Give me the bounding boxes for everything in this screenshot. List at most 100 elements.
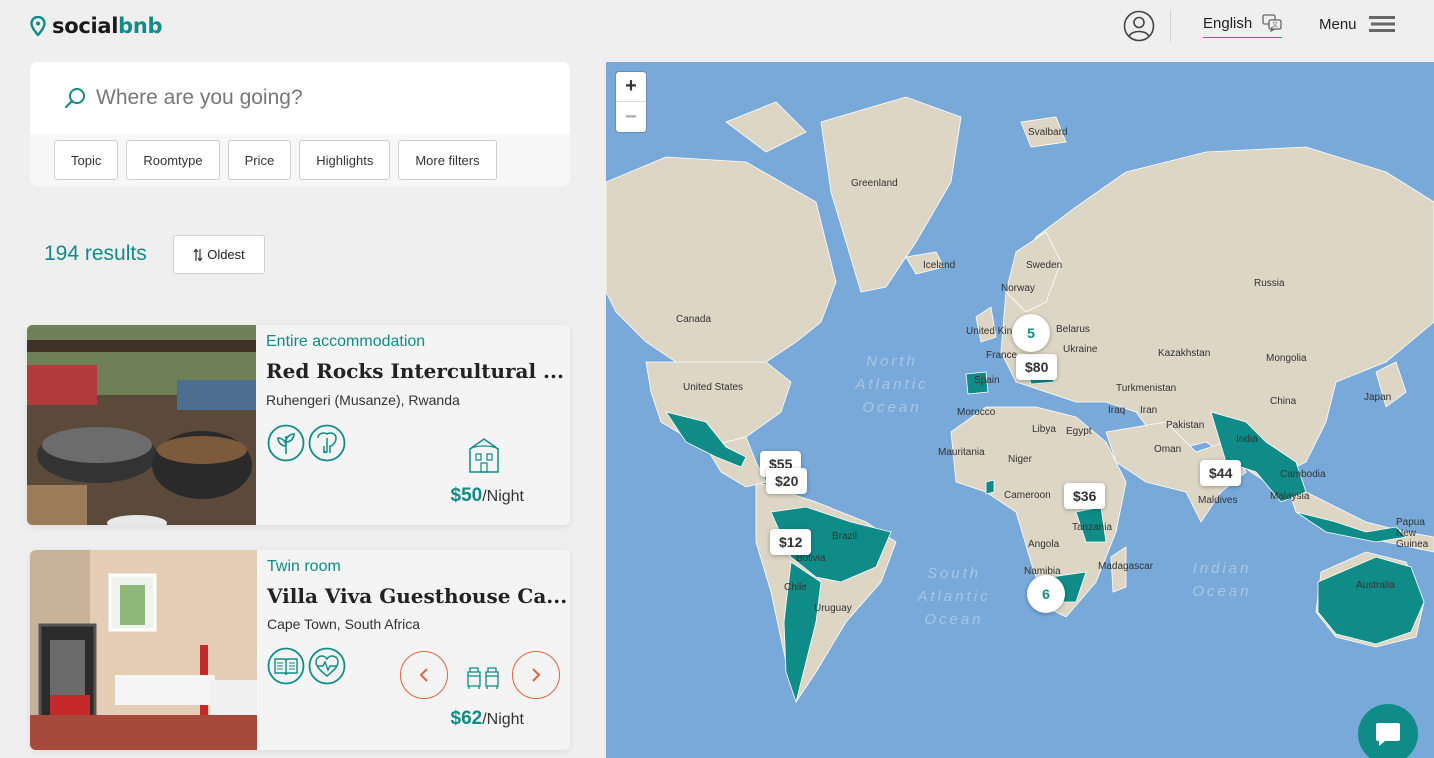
filter-price-button[interactable]: Price (227, 140, 292, 180)
sort-button[interactable]: Oldest (173, 235, 265, 274)
map-label: Mauritania (938, 447, 985, 458)
elephant-icon (308, 424, 346, 462)
beds-icon (467, 667, 499, 689)
zoom-in-button[interactable]: + (616, 72, 646, 102)
map-label: Uruguay (814, 603, 852, 614)
listing-title[interactable]: Villa Viva Guesthouse Ca... (267, 584, 567, 608)
results-count: 194 results (44, 242, 147, 265)
map-label: Norway (1001, 283, 1035, 294)
map-label: Libya (1032, 424, 1056, 435)
location-pin-icon (30, 16, 46, 36)
zoom-control: + − (616, 72, 646, 132)
map-label: Iraq (1108, 405, 1126, 416)
map-label: Japan (1364, 392, 1392, 403)
map-label: Cambodia (1280, 469, 1326, 480)
listing-card[interactable]: Twin room Villa Viva Guesthouse Ca... Ca… (30, 550, 570, 750)
listing-location: Cape Town, South Africa (267, 616, 421, 632)
logo-text-bnb: bnb (118, 14, 163, 38)
menu-button[interactable]: Menu (1319, 14, 1395, 34)
previous-photo-button[interactable] (400, 651, 448, 699)
listing-photo[interactable] (30, 550, 257, 750)
map-label: Madagascar (1098, 561, 1154, 572)
listing-photo[interactable] (27, 325, 256, 525)
listing-location: Ruhengeri (Musanze), Rwanda (266, 392, 460, 408)
search-input[interactable] (96, 86, 516, 110)
search-panel: Topic Roomtype Price Highlights More fil… (30, 62, 570, 186)
map-label: Tanzania (1072, 522, 1113, 533)
map-label: Egypt (1066, 426, 1092, 437)
more-filters-button[interactable]: More filters (398, 140, 497, 180)
ocean-label: North Atlantic Ocean (855, 353, 929, 416)
house-icon (469, 438, 499, 473)
listing-card[interactable]: Entire accommodation Red Rocks Intercult… (27, 325, 570, 525)
price-unit: /Night (482, 488, 524, 505)
chevron-left-icon (419, 668, 428, 682)
header: socialbnb English 文 Menu (0, 0, 1434, 56)
map-label: Greenland (851, 178, 898, 189)
hamburger-icon (1368, 16, 1395, 32)
map-label: Kazakhstan (1158, 348, 1211, 359)
map-label: Oman (1154, 444, 1182, 455)
map-label: India (1236, 434, 1258, 445)
map-label: Morocco (957, 407, 996, 418)
map-label: Chile (784, 582, 807, 593)
map-label: Mongolia (1266, 353, 1307, 364)
map-label: Angola (1028, 539, 1060, 550)
heartbeat-icon (308, 647, 346, 685)
map-label: China (1270, 396, 1297, 407)
map-label: Brazil (832, 531, 858, 542)
map-price-pin[interactable]: $44 (1200, 460, 1242, 486)
world-map[interactable]: + − Greenland Svalbard Iceland Sweden No… (606, 62, 1434, 758)
map-cluster[interactable]: 6 (1027, 575, 1065, 613)
map-label: Maldives (1198, 495, 1238, 506)
map-price-pin[interactable]: $80 (1016, 354, 1058, 380)
logo[interactable]: socialbnb (30, 14, 163, 38)
listing-price: $62/Night (451, 708, 525, 730)
ocean-label: South Atlantic Ocean (917, 565, 991, 628)
price-amount: $62 (450, 708, 483, 729)
menu-label: Menu (1319, 15, 1357, 33)
map-label: Belarus (1056, 324, 1090, 335)
listing-title[interactable]: Red Rocks Intercultural ... (266, 359, 564, 383)
svg-text:文: 文 (1272, 21, 1278, 29)
chat-bubble-icon (1376, 723, 1400, 746)
map-label: Papua New Guinea (1396, 517, 1429, 550)
listing-price: $50/Night (451, 485, 525, 507)
map-price-pin[interactable]: $20 (766, 468, 808, 494)
map-land (606, 96, 1434, 704)
price-amount: $50 (450, 485, 483, 506)
map-label: Iceland (923, 260, 956, 271)
search-icon (64, 88, 85, 109)
map-label: Spain (974, 375, 1000, 386)
map-label: Svalbard (1028, 127, 1068, 138)
map-label: Turkmenistan (1116, 383, 1177, 394)
plant-icon (267, 424, 305, 462)
map-label: Cameroon (1004, 490, 1051, 501)
map-label: Iran (1140, 405, 1158, 416)
logo-text-social: social (52, 14, 119, 38)
map-label: Australia (1356, 580, 1395, 591)
language-label: English (1203, 14, 1253, 32)
price-unit: /Night (482, 711, 524, 728)
zoom-out-button[interactable]: − (616, 102, 646, 132)
chat-button[interactable] (1358, 704, 1418, 758)
filter-bar: Topic Roomtype Price Highlights More fil… (30, 134, 570, 180)
filter-topic-button[interactable]: Topic (54, 140, 119, 180)
filter-highlights-button[interactable]: Highlights (299, 140, 391, 180)
map-price-pin[interactable]: $12 (770, 529, 812, 555)
filter-roomtype-button[interactable]: Roomtype (126, 140, 220, 180)
next-photo-button[interactable] (512, 651, 560, 699)
translate-icon: 文 (1262, 14, 1282, 32)
listing-type: Entire accommodation (266, 333, 426, 350)
map-cluster[interactable]: 5 (1012, 314, 1050, 352)
language-selector[interactable]: English 文 (1203, 14, 1283, 38)
map-label: Niger (1008, 454, 1032, 465)
book-icon (267, 647, 305, 685)
user-account-icon[interactable] (1123, 10, 1155, 42)
map-label: Malaysia (1270, 491, 1310, 502)
map-price-pin[interactable]: $36 (1064, 483, 1106, 509)
ocean-label: Indian Ocean (1192, 560, 1252, 600)
map-label: United States (683, 382, 744, 393)
map-label: Ukraine (1063, 344, 1098, 355)
listing-type: Twin room (267, 558, 341, 575)
